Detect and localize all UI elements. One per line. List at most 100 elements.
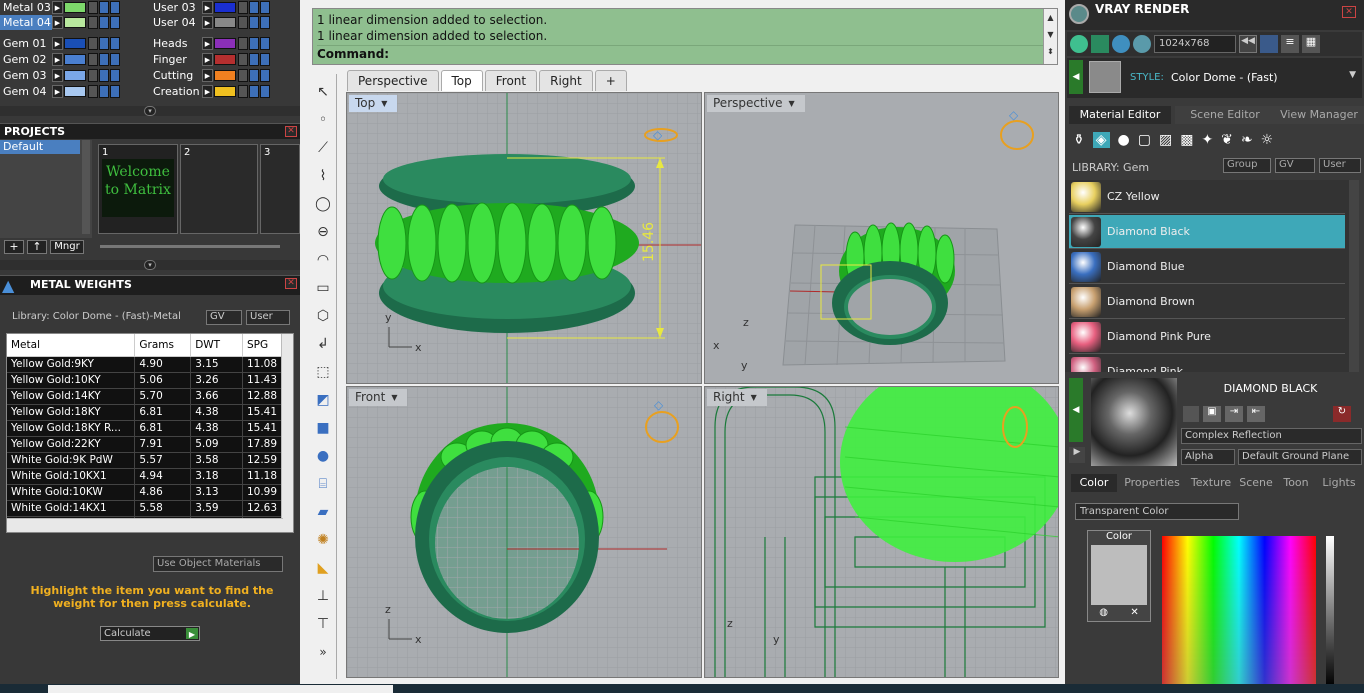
play-icon[interactable]: ▶ xyxy=(202,1,213,14)
layer-color-swatch[interactable] xyxy=(64,70,86,81)
polyline-icon[interactable]: ⟋ xyxy=(313,138,333,158)
table-row[interactable]: Yellow Gold:9KY 4.90 3.15 11.08 xyxy=(7,356,284,373)
play-icon[interactable]: ▶ xyxy=(202,85,213,98)
subtab-properties[interactable]: Properties xyxy=(1119,474,1185,492)
visibility-icon[interactable] xyxy=(99,1,109,14)
project-slot-1[interactable]: 1 Welcome to Matrix xyxy=(98,144,178,234)
play-icon[interactable]: ▶ xyxy=(52,16,63,29)
up-button[interactable]: ↑ xyxy=(27,240,47,254)
color-swatch[interactable] xyxy=(1091,545,1147,605)
layer-name[interactable]: Gem 03 xyxy=(0,68,52,83)
ellipse-icon[interactable]: ⊖ xyxy=(313,222,333,242)
stone-icon[interactable]: ✦ xyxy=(1201,132,1213,148)
layer-toggle-icon[interactable] xyxy=(260,53,270,66)
material-list-item[interactable]: CZ Yellow xyxy=(1069,180,1345,214)
mesh-icon[interactable]: ▰ xyxy=(313,502,333,522)
play-icon[interactable]: ▶ xyxy=(52,85,63,98)
viewport-front[interactable]: ◇ z x Front ▼ xyxy=(346,386,702,678)
color-mode-select[interactable]: Transparent Color xyxy=(1075,503,1239,520)
table-row[interactable]: White Gold:9K PdW 5.57 3.58 12.59 xyxy=(7,452,284,469)
arc-icon[interactable]: ◠ xyxy=(313,250,333,270)
rewind-icon[interactable]: ◀◀ xyxy=(1239,35,1257,53)
surface-icon[interactable]: ⬚ xyxy=(313,362,333,382)
region-render-icon[interactable] xyxy=(1091,35,1109,53)
close-icon[interactable]: ✕ xyxy=(1342,6,1356,18)
tab-top[interactable]: Top xyxy=(440,70,483,91)
more-tools-icon[interactable]: » xyxy=(313,642,333,662)
panel-splitter[interactable]: ▾ xyxy=(0,260,300,270)
lock-icon[interactable] xyxy=(238,1,248,14)
thumb-size-slider[interactable] xyxy=(100,245,280,248)
material-list-item[interactable]: Diamond Black xyxy=(1069,215,1345,249)
project-slot-3[interactable]: 3 xyxy=(260,144,300,234)
layer-row[interactable]: Cutting ▶ xyxy=(150,68,271,83)
table-row[interactable]: Yellow Gold:18KY 6.81 4.38 15.41 xyxy=(7,404,284,421)
table-row[interactable]: White Gold:10KW 4.86 3.13 10.99 xyxy=(7,484,284,501)
layer-name[interactable]: User 04 xyxy=(150,15,202,30)
copy-icon[interactable]: ▣ xyxy=(1203,406,1221,422)
lock-icon[interactable] xyxy=(238,69,248,82)
table-row[interactable]: Yellow Gold:22KY 7.91 5.09 17.89 xyxy=(7,436,284,453)
chevron-down-icon[interactable]: ▼ xyxy=(789,95,799,112)
layer-row[interactable]: User 03 ▶ xyxy=(150,0,271,15)
table-row[interactable]: Yellow Gold:18KY R... 6.81 4.38 15.41 xyxy=(7,420,284,437)
layer-name[interactable]: Gem 01 xyxy=(0,36,52,51)
layer-name[interactable]: Finger xyxy=(150,52,202,67)
command-history[interactable]: 1 linear dimension added to selection. 1… xyxy=(312,8,1058,65)
close-icon[interactable]: ✕ xyxy=(1130,607,1138,618)
layer-toggle-icon[interactable] xyxy=(110,85,120,98)
lock-icon[interactable] xyxy=(88,37,98,50)
transform-icon[interactable]: ◣ xyxy=(313,558,333,578)
style-value[interactable]: Color Dome - (Fast) xyxy=(1171,71,1278,84)
play-icon[interactable]: ▶ xyxy=(202,16,213,29)
dimension-icon[interactable]: ⊥ xyxy=(313,586,333,606)
visibility-icon[interactable] xyxy=(249,37,259,50)
visibility-icon[interactable] xyxy=(99,85,109,98)
taskbar-app[interactable] xyxy=(48,685,393,693)
brightness-slider[interactable] xyxy=(1326,536,1334,686)
save-icon[interactable] xyxy=(1183,406,1199,422)
color-spectrum[interactable] xyxy=(1162,536,1316,686)
user-toggle[interactable]: User xyxy=(1319,158,1361,173)
ring-icon[interactable]: ❦ xyxy=(1221,132,1233,148)
subtab-scene[interactable]: Scene xyxy=(1237,474,1275,492)
extrude-icon[interactable]: ◩ xyxy=(313,390,333,410)
lock-icon[interactable] xyxy=(88,85,98,98)
tab-scene-editor[interactable]: Scene Editor xyxy=(1175,106,1275,124)
layer-color-swatch[interactable] xyxy=(214,38,236,49)
export-icon[interactable]: ⇤ xyxy=(1247,406,1265,422)
visibility-icon[interactable] xyxy=(249,53,259,66)
tab-perspective[interactable]: Perspective xyxy=(347,70,439,91)
layout-icon[interactable] xyxy=(1260,35,1278,53)
chevron-down-icon[interactable]: ▼ xyxy=(391,389,401,406)
layer-toggle-icon[interactable] xyxy=(260,37,270,50)
viewport-label-top[interactable]: Top ▼ xyxy=(349,95,398,112)
preview-icon[interactable] xyxy=(1133,35,1151,53)
chevron-down-icon[interactable]: ▼ xyxy=(381,95,391,112)
alpha-toggle[interactable]: Alpha xyxy=(1181,449,1235,465)
material-list-item[interactable]: Diamond Pink xyxy=(1069,355,1345,372)
layer-color-swatch[interactable] xyxy=(64,86,86,97)
lock-icon[interactable] xyxy=(238,53,248,66)
viewport-label-right[interactable]: Right ▼ xyxy=(707,389,767,406)
lock-icon[interactable] xyxy=(238,85,248,98)
box-icon[interactable]: ■ xyxy=(313,418,333,438)
viewport-label-front[interactable]: Front ▼ xyxy=(349,389,408,406)
lock-icon[interactable] xyxy=(88,1,98,14)
collapse-icon[interactable]: ◀ xyxy=(1069,60,1083,94)
layer-name[interactable]: Gem 02 xyxy=(0,52,52,67)
chevron-down-icon[interactable]: ▼ xyxy=(751,389,761,406)
subtab-lights[interactable]: Lights xyxy=(1319,474,1359,492)
play-icon[interactable]: ▶ xyxy=(202,37,213,50)
list-icon[interactable]: ≡ xyxy=(1281,35,1299,53)
refresh-icon[interactable]: ↻ xyxy=(1333,406,1351,422)
close-icon[interactable]: ✕ xyxy=(285,126,297,137)
gv-toggle[interactable]: GV xyxy=(1275,158,1315,173)
layer-row[interactable]: Metal 04 ▶ xyxy=(0,15,121,30)
ring-alt-icon[interactable]: ❧ xyxy=(1241,132,1253,148)
layer-toggle-icon[interactable] xyxy=(260,16,270,29)
render-icon[interactable] xyxy=(1070,35,1088,53)
column-header[interactable]: DWT xyxy=(190,334,243,357)
visibility-icon[interactable] xyxy=(99,16,109,29)
visibility-icon[interactable] xyxy=(99,53,109,66)
